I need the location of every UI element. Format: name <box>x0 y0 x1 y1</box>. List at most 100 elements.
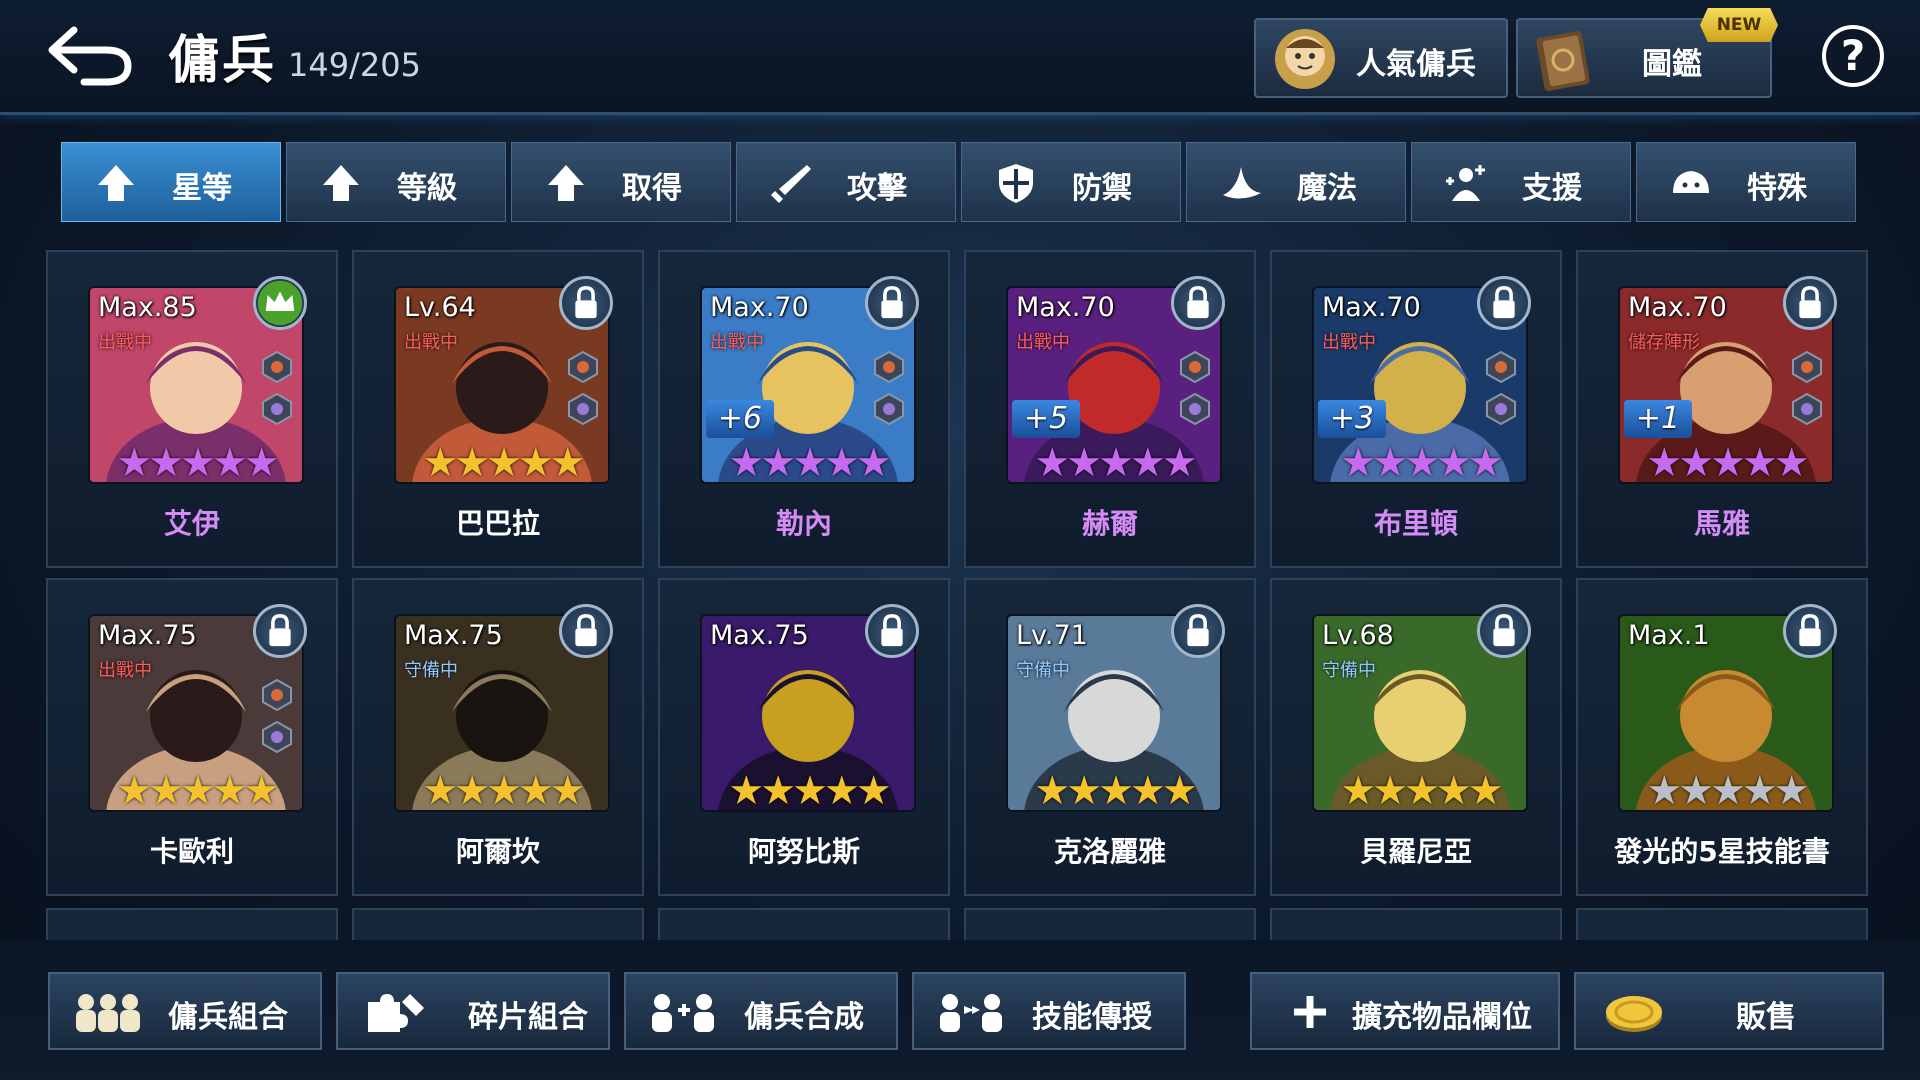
popular-mercenary-button[interactable]: 人氣傭兵 <box>1254 18 1508 98</box>
mercenary-card[interactable]: Max.75 守備中 ★★★★★ 阿爾坎 <box>352 578 644 896</box>
lock-icon[interactable] <box>1171 276 1225 330</box>
tab-label: 防禦 <box>1072 171 1132 206</box>
status-label: 出戰中 <box>1016 332 1070 353</box>
bottom-button-3[interactable]: 傭兵合成 <box>624 972 898 1050</box>
star-rating: ★★★★★ <box>728 440 891 484</box>
lock-icon[interactable] <box>1783 276 1837 330</box>
tab-3[interactable]: 取得 <box>511 142 731 222</box>
level-label: Max.70 <box>710 292 809 323</box>
rune-icon <box>262 720 292 754</box>
level-label: Max.1 <box>1628 620 1710 651</box>
level-label: Max.75 <box>710 620 809 651</box>
mercenary-card[interactable]: Max.75 ★★★★★ 阿努比斯 <box>658 578 950 896</box>
skill-transfer-icon <box>936 988 1008 1036</box>
mercenary-card[interactable]: Max.85 出戰中 ★★★★★ 艾伊 <box>46 250 338 568</box>
rune-icon <box>568 350 598 384</box>
lock-icon[interactable] <box>1477 604 1531 658</box>
codex-label: 圖鑑 <box>1642 47 1702 82</box>
star-rating: ★★★★★ <box>728 768 891 812</box>
star-rating: ★★★★★ <box>1034 768 1197 812</box>
up-arrow-icon <box>94 161 138 205</box>
partial-card[interactable] <box>352 908 644 940</box>
bottom-button-5[interactable]: 擴充物品欄位 <box>1250 972 1560 1050</box>
lock-icon[interactable] <box>1783 604 1837 658</box>
level-label: Lv.71 <box>1016 620 1088 651</box>
mercenary-card[interactable]: Max.70 出戰中 +5 ★★★★★ 赫爾 <box>964 250 1256 568</box>
lock-icon[interactable] <box>559 604 613 658</box>
crown-icon[interactable] <box>253 276 307 330</box>
level-label: Max.70 <box>1016 292 1115 323</box>
tab-7[interactable]: 支援 <box>1411 142 1631 222</box>
mercenary-name: 赫爾 <box>1081 507 1138 540</box>
bottom-button-1[interactable]: 傭兵組合 <box>48 972 322 1050</box>
bottom-button-label: 碎片組合 <box>468 1000 588 1035</box>
mercenary-card[interactable]: Lv.71 守備中 ★★★★★ 克洛麗雅 <box>964 578 1256 896</box>
tab-6[interactable]: 魔法 <box>1186 142 1406 222</box>
star-rating: ★★★★★ <box>1034 440 1197 484</box>
status-label: 出戰中 <box>1322 332 1376 353</box>
rune-icon <box>874 392 904 426</box>
lock-icon[interactable] <box>865 604 919 658</box>
up-arrow-icon <box>319 161 363 205</box>
bottom-button-4[interactable]: 技能傳授 <box>912 972 1186 1050</box>
lock-icon[interactable] <box>253 604 307 658</box>
enhance-badge: +5 <box>1012 400 1080 438</box>
partial-card[interactable] <box>46 908 338 940</box>
magic-hat-icon <box>1219 161 1263 205</box>
tab-label: 等級 <box>397 171 457 206</box>
bottom-button-label: 擴充物品欄位 <box>1352 1000 1532 1035</box>
tab-2[interactable]: 等級 <box>286 142 506 222</box>
tab-label: 支援 <box>1522 171 1582 206</box>
mercenary-card[interactable]: Max.1 ★★★★★ 發光的5星技能書 <box>1576 578 1868 896</box>
rune-icon <box>1486 350 1516 384</box>
status-label: 守備中 <box>1322 660 1376 681</box>
mercenary-card[interactable]: Max.70 出戰中 +3 ★★★★★ 布里頓 <box>1270 250 1562 568</box>
mercenary-card[interactable]: Lv.64 出戰中 ★★★★★ 巴巴拉 <box>352 250 644 568</box>
mercenary-card[interactable]: Max.70 儲存陣形 +1 ★★★★★ 馬雅 <box>1576 250 1868 568</box>
tab-8[interactable]: 特殊 <box>1636 142 1856 222</box>
top-bar: 傭兵 149/205 人氣傭兵 圖鑑 NEW ? <box>0 0 1920 115</box>
plus-icon <box>1274 988 1346 1036</box>
level-label: Max.70 <box>1322 292 1421 323</box>
tab-label: 取得 <box>622 171 682 206</box>
mercenary-name: 馬雅 <box>1693 507 1750 540</box>
mercenary-name: 巴巴拉 <box>455 507 540 540</box>
rune-icon <box>262 392 292 426</box>
help-button[interactable]: ? <box>1822 25 1884 87</box>
mercenary-name: 艾伊 <box>163 507 220 540</box>
bottom-button-label: 技能傳授 <box>1032 1000 1152 1035</box>
popular-mercenary-label: 人氣傭兵 <box>1356 47 1476 82</box>
tab-4[interactable]: 攻擊 <box>736 142 956 222</box>
star-rating: ★★★★★ <box>422 440 585 484</box>
bottom-button-label: 販售 <box>1736 1000 1796 1035</box>
tab-1[interactable]: 星等 <box>61 142 281 222</box>
tab-label: 特殊 <box>1747 171 1807 206</box>
bottom-button-2[interactable]: 碎片組合 <box>336 972 610 1050</box>
status-label: 守備中 <box>404 660 458 681</box>
lock-icon[interactable] <box>1171 604 1225 658</box>
lock-icon[interactable] <box>865 276 919 330</box>
level-label: Max.75 <box>98 620 197 651</box>
tab-5[interactable]: 防禦 <box>961 142 1181 222</box>
mercenary-card[interactable]: Max.70 出戰中 +6 ★★★★★ 勒內 <box>658 250 950 568</box>
lock-icon[interactable] <box>559 276 613 330</box>
puzzle-pieces-icon <box>360 988 432 1036</box>
support-icon <box>1444 161 1488 205</box>
mercenary-card[interactable]: Max.75 出戰中 ★★★★★ 卡歐利 <box>46 578 338 896</box>
mercenary-card[interactable]: Lv.68 守備中 ★★★★★ 貝羅尼亞 <box>1270 578 1562 896</box>
bottom-button-label: 傭兵合成 <box>744 1000 864 1035</box>
new-badge: NEW <box>1700 8 1778 42</box>
partial-card[interactable] <box>1270 908 1562 940</box>
lock-icon[interactable] <box>1477 276 1531 330</box>
mercenary-name: 阿努比斯 <box>747 835 860 868</box>
shield-icon <box>994 161 1038 205</box>
tab-label: 攻擊 <box>847 171 907 206</box>
star-rating: ★★★★★ <box>116 440 279 484</box>
partial-card[interactable] <box>1576 908 1868 940</box>
star-rating: ★★★★★ <box>422 768 585 812</box>
partial-card[interactable] <box>658 908 950 940</box>
partial-card[interactable] <box>964 908 1256 940</box>
back-arrow-icon[interactable] <box>44 22 136 88</box>
bottom-button-6[interactable]: 販售 <box>1574 972 1884 1050</box>
sword-icon <box>769 161 813 205</box>
